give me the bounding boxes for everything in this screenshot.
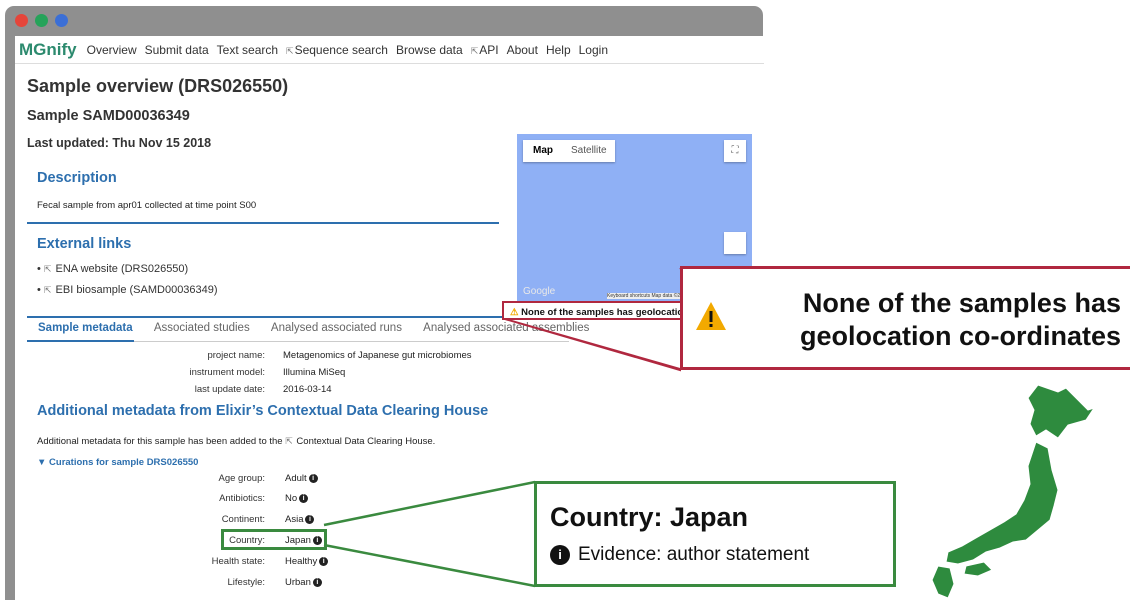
japan-map-icon (931, 384, 1096, 599)
geolocation-callout: None of the samples has geolocation co-o… (680, 266, 1130, 370)
country-evidence: i Evidence: author statement (550, 544, 809, 566)
country-callout-title: Country: Japan (550, 502, 749, 532)
country-connector-bottom (323, 543, 536, 588)
country-connector-top (323, 480, 536, 527)
geo-connector-bottom (504, 318, 681, 372)
country-callout: Country: Japan i Evidence: author stateme… (534, 481, 896, 587)
warning-icon (696, 302, 726, 330)
info-icon: i (550, 544, 570, 565)
geolocation-callout-text: None of the samples has geolocation co-o… (799, 288, 1121, 351)
country-evidence-text: Evidence: author statement (578, 544, 810, 565)
